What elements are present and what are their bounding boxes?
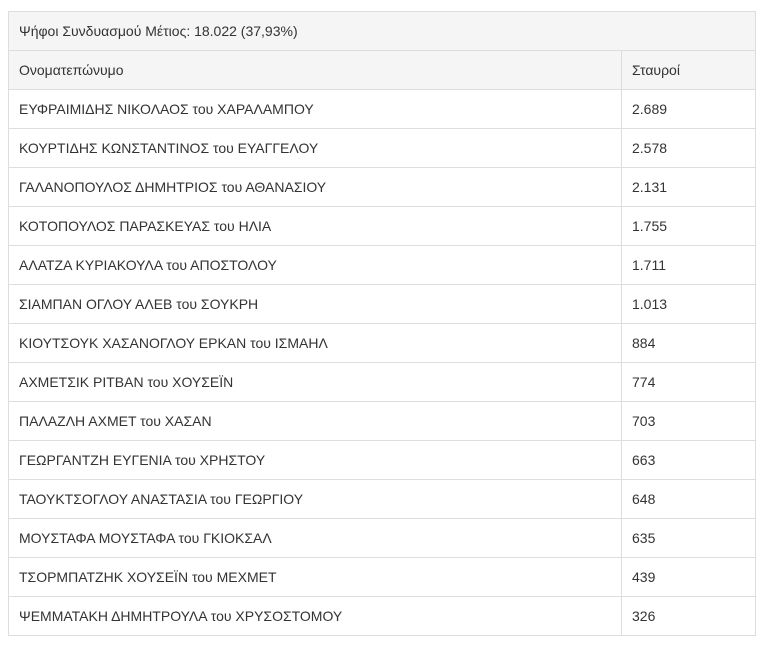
table-row: ΑΧΜΕΤΣΙΚ ΡΙΤΒΑΝ του ΧΟΥΣΕΪΝ 774 [8,362,756,402]
candidate-name: ΕΥΦΡΑΙΜΙΔΗΣ ΝΙΚΟΛΑΟΣ του ΧΑΡΑΛΑΜΠΟΥ [8,89,622,129]
table-row: ΕΥΦΡΑΙΜΙΔΗΣ ΝΙΚΟΛΑΟΣ του ΧΑΡΑΛΑΜΠΟΥ 2.689 [8,89,756,129]
candidate-votes: 1.013 [621,284,756,324]
candidate-name: ΚΙΟΥΤΣΟΥΚ ΧΑΣΑΝΟΓΛΟΥ ΕΡΚΑΝ του ΙΣΜΑΗΛ [8,323,622,363]
table-row: ΤΣΟΡΜΠΑΤΖΗΚ ΧΟΥΣΕΪΝ του ΜΕΧΜΕΤ 439 [8,557,756,597]
table-header-row: Ονοματεπώνυμο Σταυροί [8,50,756,90]
candidate-name: ΜΟΥΣΤΑΦΑ ΜΟΥΣΤΑΦΑ του ΓΚΙΟΚΣΑΛ [8,518,622,558]
candidate-votes: 648 [621,479,756,519]
candidate-name: ΓΕΩΡΓΑΝΤΖΗ ΕΥΓΕΝΙΑ του ΧΡΗΣΤΟΥ [8,440,622,480]
candidate-name: ΤΣΟΡΜΠΑΤΖΗΚ ΧΟΥΣΕΪΝ του ΜΕΧΜΕΤ [8,557,622,597]
table-row: ΑΛΑΤΖΑ ΚΥΡΙΑΚΟΥΛΑ του ΑΠΟΣΤΟΛΟΥ 1.711 [8,245,756,285]
table-caption-row: Ψήφοι Συνδυασμού Μέτιος: 18.022 (37,93%) [8,11,756,51]
candidate-name: ΚΟΥΡΤΙΔΗΣ ΚΩΝΣΤΑΝΤΙΝΟΣ του ΕΥΑΓΓΕΛΟΥ [8,128,622,168]
candidate-votes: 1.711 [621,245,756,285]
candidate-votes: 774 [621,362,756,402]
table-row: ΤΑΟΥΚΤΣΟΓΛΟΥ ΑΝΑΣΤΑΣΙΑ του ΓΕΩΡΓΙΟΥ 648 [8,479,756,519]
table-caption: Ψήφοι Συνδυασμού Μέτιος: 18.022 (37,93%) [8,11,756,51]
candidate-votes: 2.131 [621,167,756,207]
candidate-votes: 326 [621,596,756,636]
candidate-votes: 1.755 [621,206,756,246]
table-row: ΣΙΑΜΠΑΝ ΟΓΛΟΥ ΑΛΕΒ του ΣΟΥΚΡΗ 1.013 [8,284,756,324]
column-header-name: Ονοματεπώνυμο [8,50,622,90]
candidate-votes: 2.578 [621,128,756,168]
candidate-name: ΠΑΛΑΖΛΗ ΑΧΜΕΤ του ΧΑΣΑΝ [8,401,622,441]
candidate-votes: 663 [621,440,756,480]
candidate-name: ΤΑΟΥΚΤΣΟΓΛΟΥ ΑΝΑΣΤΑΣΙΑ του ΓΕΩΡΓΙΟΥ [8,479,622,519]
candidate-votes: 635 [621,518,756,558]
table-row: ΚΙΟΥΤΣΟΥΚ ΧΑΣΑΝΟΓΛΟΥ ΕΡΚΑΝ του ΙΣΜΑΗΛ 884 [8,323,756,363]
candidate-name: ΑΛΑΤΖΑ ΚΥΡΙΑΚΟΥΛΑ του ΑΠΟΣΤΟΛΟΥ [8,245,622,285]
candidate-votes-table: Ψήφοι Συνδυασμού Μέτιος: 18.022 (37,93%)… [8,11,756,636]
results-table-container: Ψήφοι Συνδυασμού Μέτιος: 18.022 (37,93%)… [8,11,756,636]
table-row: ΚΟΥΡΤΙΔΗΣ ΚΩΝΣΤΑΝΤΙΝΟΣ του ΕΥΑΓΓΕΛΟΥ 2.57… [8,128,756,168]
candidate-name: ΣΙΑΜΠΑΝ ΟΓΛΟΥ ΑΛΕΒ του ΣΟΥΚΡΗ [8,284,622,324]
table-row: ΠΑΛΑΖΛΗ ΑΧΜΕΤ του ΧΑΣΑΝ 703 [8,401,756,441]
table-row: ΓΕΩΡΓΑΝΤΖΗ ΕΥΓΕΝΙΑ του ΧΡΗΣΤΟΥ 663 [8,440,756,480]
candidate-name: ΓΑΛΑΝΟΠΟΥΛΟΣ ΔΗΜΗΤΡΙΟΣ του ΑΘΑΝΑΣΙΟΥ [8,167,622,207]
table-row: ΚΟΤΟΠΟΥΛΟΣ ΠΑΡΑΣΚΕΥΑΣ του ΗΛΙΑ 1.755 [8,206,756,246]
candidate-name: ΨΕΜΜΑΤΑΚΗ ΔΗΜΗΤΡΟΥΛΑ του ΧΡΥΣΟΣΤΟΜΟΥ [8,596,622,636]
candidate-name: ΚΟΤΟΠΟΥΛΟΣ ΠΑΡΑΣΚΕΥΑΣ του ΗΛΙΑ [8,206,622,246]
table-body: ΕΥΦΡΑΙΜΙΔΗΣ ΝΙΚΟΛΑΟΣ του ΧΑΡΑΛΑΜΠΟΥ 2.689… [8,89,756,636]
table-row: ΓΑΛΑΝΟΠΟΥΛΟΣ ΔΗΜΗΤΡΙΟΣ του ΑΘΑΝΑΣΙΟΥ 2.13… [8,167,756,207]
candidate-votes: 2.689 [621,89,756,129]
candidate-votes: 703 [621,401,756,441]
table-row: ΜΟΥΣΤΑΦΑ ΜΟΥΣΤΑΦΑ του ΓΚΙΟΚΣΑΛ 635 [8,518,756,558]
candidate-votes: 439 [621,557,756,597]
table-row: ΨΕΜΜΑΤΑΚΗ ΔΗΜΗΤΡΟΥΛΑ του ΧΡΥΣΟΣΤΟΜΟΥ 326 [8,596,756,636]
candidate-votes: 884 [621,323,756,363]
candidate-name: ΑΧΜΕΤΣΙΚ ΡΙΤΒΑΝ του ΧΟΥΣΕΪΝ [8,362,622,402]
column-header-votes: Σταυροί [621,50,756,90]
